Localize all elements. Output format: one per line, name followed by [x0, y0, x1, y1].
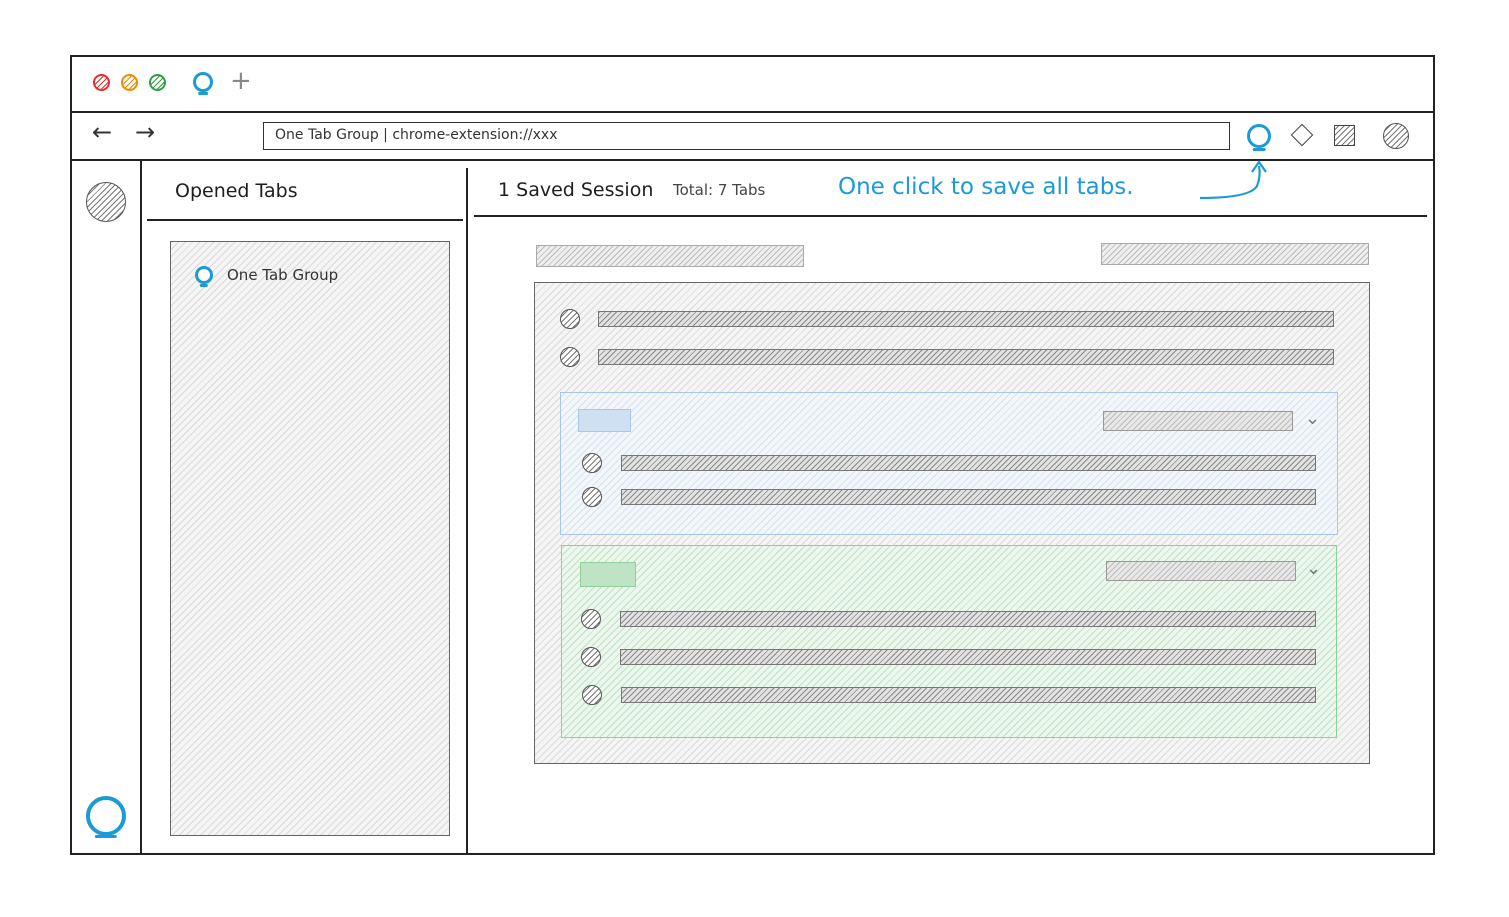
opened-tabs-list	[170, 241, 450, 836]
one-tab-group-icon[interactable]	[86, 796, 126, 836]
address-bar-url: One Tab Group | chrome-extension://xxx	[275, 127, 558, 143]
chevron-down-icon[interactable]: ⌄	[1305, 408, 1320, 429]
sessions-divider	[474, 215, 1427, 217]
avatar-icon[interactable]	[86, 182, 126, 222]
session-title-placeholder	[536, 245, 804, 267]
opened-tab-item[interactable]: One Tab Group	[195, 263, 435, 289]
tab-favicon-icon	[582, 487, 602, 507]
maximize-window-button[interactable]	[149, 74, 166, 91]
group-actions-placeholder[interactable]	[1106, 561, 1296, 581]
sidebar-divider	[140, 160, 142, 855]
one-tab-group-icon[interactable]	[1247, 124, 1271, 148]
tab-row[interactable]	[621, 687, 1316, 703]
tab-row[interactable]	[598, 311, 1334, 327]
new-tab-button[interactable]: +	[230, 66, 252, 96]
close-window-button[interactable]	[93, 74, 110, 91]
forward-button[interactable]: →	[135, 118, 155, 146]
save-all-annotation: One click to save all tabs.	[838, 174, 1134, 200]
one-tab-group-icon[interactable]	[193, 72, 213, 92]
address-bar[interactable]: One Tab Group | chrome-extension://xxx	[263, 122, 1230, 150]
sessions-title: 1 Saved Session	[498, 179, 654, 201]
sessions-total: Total: 7 Tabs	[673, 181, 766, 199]
tab-row[interactable]	[621, 489, 1316, 505]
tab-row[interactable]	[620, 611, 1316, 627]
tab-row[interactable]	[598, 349, 1334, 365]
group-actions-placeholder[interactable]	[1103, 411, 1293, 431]
group-title-placeholder[interactable]	[578, 409, 631, 432]
opened-tabs-divider	[147, 219, 463, 221]
session-actions-placeholder[interactable]	[1101, 243, 1369, 265]
one-tab-group-icon	[195, 266, 213, 284]
minimize-window-button[interactable]	[121, 74, 138, 91]
tab-favicon-icon	[581, 647, 601, 667]
tab-favicon-icon	[560, 347, 580, 367]
titlebar-divider	[70, 111, 1435, 113]
tab-favicon-icon	[582, 685, 602, 705]
panel-divider	[466, 168, 468, 855]
tab-row[interactable]	[620, 649, 1316, 665]
tab-favicon-icon	[581, 609, 601, 629]
opened-tab-label: One Tab Group	[227, 266, 339, 284]
group-title-placeholder[interactable]	[580, 562, 636, 587]
tab-favicon-icon	[582, 453, 602, 473]
tab-row[interactable]	[621, 455, 1316, 471]
circle-icon[interactable]	[1383, 123, 1409, 149]
back-button[interactable]: ←	[92, 118, 112, 146]
opened-tabs-title: Opened Tabs	[175, 180, 298, 202]
chevron-down-icon[interactable]: ⌄	[1306, 558, 1321, 579]
annotation-arrow-icon	[1199, 160, 1267, 200]
square-icon[interactable]	[1334, 125, 1355, 146]
tab-favicon-icon	[560, 309, 580, 329]
